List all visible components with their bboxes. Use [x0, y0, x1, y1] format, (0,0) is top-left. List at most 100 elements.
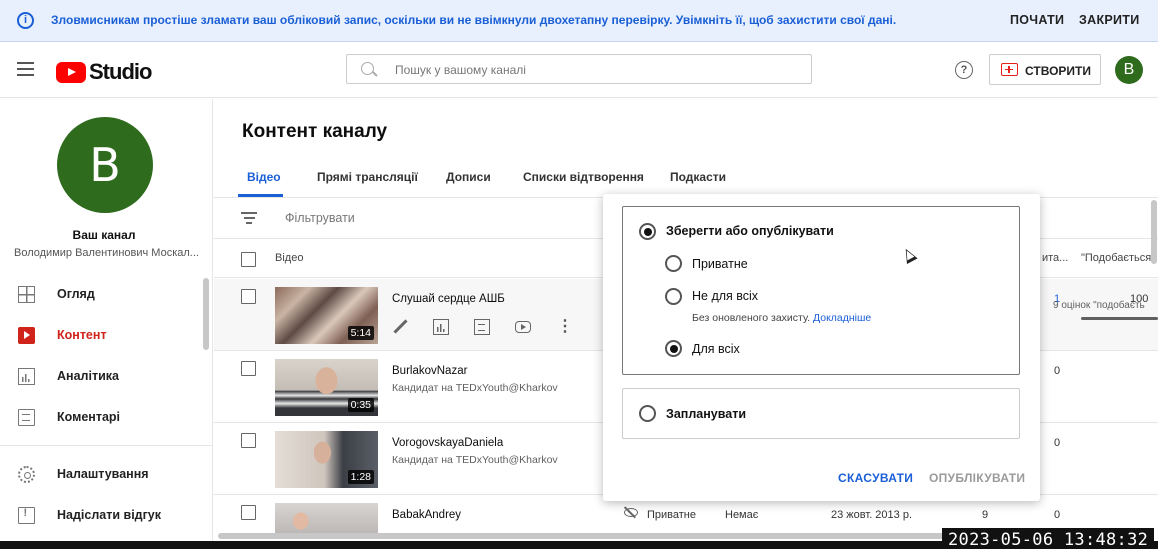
- two-step-verification-banner: i Зловмисникам простіше зламати ваш облі…: [0, 0, 1158, 42]
- content-icon: [18, 326, 35, 344]
- row-checkbox[interactable]: [241, 361, 256, 376]
- private-radio[interactable]: [665, 255, 682, 272]
- video-duration: 5:14: [347, 326, 374, 340]
- save-publish-label: Зберегти або опублікувати: [666, 224, 834, 238]
- likes-ratio-bar: [1081, 317, 1158, 320]
- video-title[interactable]: Слушай сердце АШБ: [392, 293, 505, 305]
- search-icon: [361, 62, 374, 75]
- account-avatar[interactable]: B: [1115, 56, 1143, 84]
- tab-podcasts[interactable]: Подкасти: [670, 170, 726, 184]
- video-title[interactable]: BabakAndrey: [392, 509, 461, 521]
- help-icon[interactable]: ?: [955, 61, 973, 79]
- top-header: Studio Пошук у вашому каналі ? СТВОРИТИ …: [0, 42, 1158, 98]
- unlisted-hint: Без оновленого захисту. Докладніше: [692, 312, 871, 324]
- visibility-popup: Зберегти або опублікувати Приватне Не дл…: [603, 194, 1040, 501]
- sidebar-item-label: Надіслати відгук: [57, 508, 162, 522]
- video-thumbnail[interactable]: 1:28: [275, 431, 378, 488]
- create-button[interactable]: СТВОРИТИ: [989, 54, 1101, 85]
- row-count: 0: [1054, 437, 1061, 449]
- public-radio[interactable]: [665, 340, 682, 357]
- sidebar-item-label: Контент: [57, 328, 107, 342]
- sidebar: B Ваш канал Володимир Валентинович Моска…: [0, 99, 213, 549]
- schedule-radio[interactable]: [639, 405, 656, 422]
- column-header-partial[interactable]: ита...: [1042, 252, 1068, 264]
- likes-subtext: 9 оцінок "подобаєть: [1053, 300, 1145, 311]
- schedule-label: Запланувати: [666, 407, 747, 421]
- row-checkbox[interactable]: [241, 433, 256, 448]
- more-options-icon[interactable]: [557, 316, 573, 336]
- sidebar-item-content[interactable]: Контент: [0, 315, 205, 355]
- video-thumbnail[interactable]: 0:35: [275, 359, 378, 416]
- video-description: Кандидат на TEDxYouth@Kharkov: [392, 454, 558, 466]
- channel-avatar[interactable]: B: [57, 117, 153, 213]
- close-banner-button[interactable]: ЗАКРИТИ: [1079, 13, 1140, 27]
- row-checkbox[interactable]: [241, 289, 256, 304]
- info-icon: i: [17, 12, 34, 29]
- unlisted-hint-text: Без оновленого захисту.: [692, 312, 811, 324]
- banner-message: Зловмисникам простіше зламати ваш обліко…: [51, 13, 897, 27]
- comments-icon: [18, 408, 35, 426]
- studio-logo[interactable]: Studio: [56, 59, 152, 85]
- publish-button[interactable]: ОПУБЛІКУВАТИ: [929, 471, 1025, 485]
- tab-live[interactable]: Прямі трансляції: [317, 170, 418, 184]
- analytics-icon[interactable]: [433, 319, 449, 335]
- row-date: 23 жовт. 2013 р.: [831, 509, 913, 521]
- sidebar-scrollbar[interactable]: [203, 278, 209, 350]
- video-description: Кандидат на TEDxYouth@Kharkov: [392, 382, 558, 394]
- select-all-checkbox[interactable]: [241, 252, 256, 267]
- sidebar-item-feedback[interactable]: Надіслати відгук: [0, 495, 205, 535]
- row-count: 0: [1054, 509, 1061, 521]
- feedback-icon: [18, 506, 35, 524]
- start-button[interactable]: ПОЧАТИ: [1010, 13, 1064, 27]
- video-thumbnail[interactable]: 5:14: [275, 287, 378, 344]
- settings-icon: [18, 465, 35, 483]
- row-actions: [392, 316, 589, 336]
- sidebar-item-settings[interactable]: Налаштування: [0, 454, 205, 494]
- public-label: Для всіх: [692, 342, 740, 356]
- schedule-section[interactable]: Запланувати: [622, 388, 1020, 439]
- video-title[interactable]: VorogovskayaDaniela: [392, 437, 503, 449]
- learn-more-link[interactable]: Докладніше: [813, 312, 871, 324]
- youtube-icon[interactable]: [515, 321, 531, 333]
- sidebar-item-label: Налаштування: [57, 467, 149, 481]
- dashboard-icon: [18, 285, 35, 303]
- sidebar-divider: [0, 445, 213, 446]
- channel-name: Володимир Валентинович Москал...: [14, 247, 199, 259]
- filter-label: Фільтрувати: [285, 211, 355, 225]
- menu-icon[interactable]: [17, 62, 34, 76]
- recording-timestamp: 2023-05-06 13:48:32: [942, 528, 1155, 549]
- sidebar-item-label: Аналітика: [57, 369, 119, 383]
- private-label: Приватне: [692, 257, 748, 271]
- sidebar-item-comments[interactable]: Коментарі: [0, 397, 205, 437]
- column-header-likes[interactable]: "Подобається": [1081, 252, 1155, 264]
- tab-playlists[interactable]: Списки відтворення: [523, 170, 644, 184]
- row-visibility[interactable]: Приватне: [647, 509, 696, 521]
- unlisted-label: Не для всіх: [692, 289, 759, 303]
- analytics-icon: [18, 367, 35, 385]
- unlisted-radio[interactable]: [665, 288, 682, 305]
- sidebar-item-analytics[interactable]: Аналітика: [0, 356, 205, 396]
- cancel-button[interactable]: СКАСУВАТИ: [838, 471, 913, 485]
- sidebar-item-dashboard[interactable]: Огляд: [0, 274, 205, 314]
- create-video-icon: [1001, 63, 1018, 76]
- search-input[interactable]: Пошук у вашому каналі: [346, 54, 812, 84]
- tab-posts[interactable]: Дописи: [446, 170, 491, 184]
- save-or-publish-section[interactable]: Зберегти або опублікувати Приватне Не дл…: [622, 206, 1020, 375]
- column-header-video[interactable]: Відео: [275, 252, 303, 264]
- video-title[interactable]: BurlakovNazar: [392, 365, 467, 377]
- search-placeholder: Пошук у вашому каналі: [395, 63, 526, 77]
- vertical-scrollbar[interactable]: [1151, 200, 1157, 264]
- sidebar-item-label: Коментарі: [57, 410, 121, 424]
- sidebar-item-label: Огляд: [57, 287, 95, 301]
- row-checkbox[interactable]: [241, 505, 256, 520]
- channel-title: Ваш канал: [72, 228, 136, 242]
- video-duration: 0:35: [347, 398, 374, 412]
- edit-icon[interactable]: [392, 319, 408, 335]
- youtube-logo-icon: [56, 61, 86, 83]
- video-thumbnail[interactable]: [275, 503, 378, 533]
- filter-icon[interactable]: [241, 212, 257, 224]
- tab-videos[interactable]: Відео: [247, 170, 281, 184]
- save-publish-radio[interactable]: [639, 223, 656, 240]
- comments-icon[interactable]: [474, 319, 490, 335]
- row-views: 9: [982, 509, 989, 521]
